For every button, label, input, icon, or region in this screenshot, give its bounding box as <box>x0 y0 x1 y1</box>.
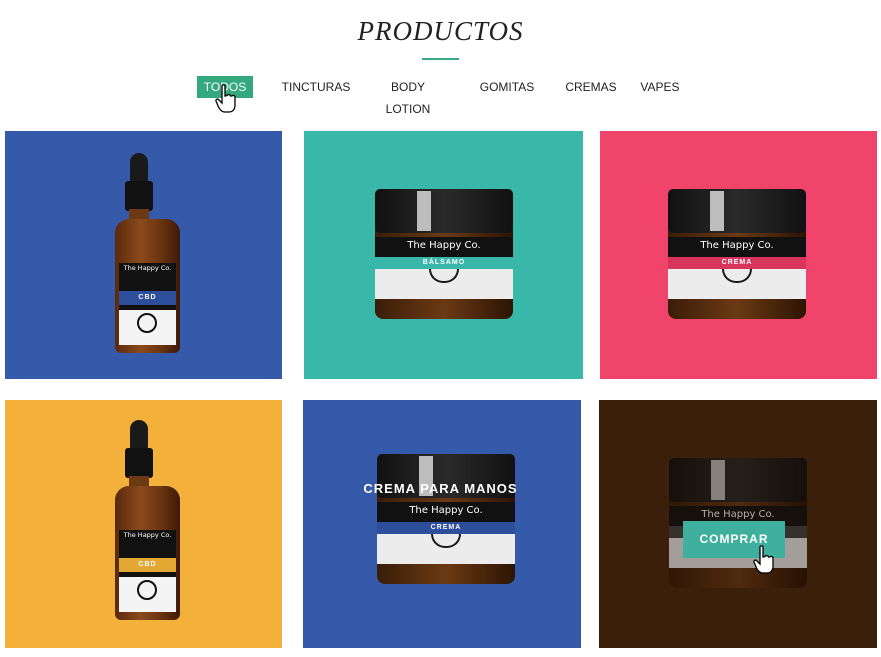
product-image-jar: The Happy Co. CREMA <box>377 454 515 584</box>
product-card[interactable]: The Happy Co. BÁLSAMO <box>304 131 583 379</box>
product-image-jar: The Happy Co. BÁLSAMO <box>375 189 513 319</box>
filter-body-lotion[interactable]: BODY LOTION <box>368 76 448 116</box>
product-brand: The Happy Co. <box>123 264 172 272</box>
product-card[interactable]: The Happy Co. CBD <box>5 131 282 379</box>
product-card[interactable]: The Happy Co. CREMA <box>303 400 581 648</box>
hand-cursor-icon <box>215 84 236 113</box>
title-underline <box>422 58 459 60</box>
product-hover-title: CREMA PARA MANOS <box>363 481 518 496</box>
product-band-label: BÁLSAMO <box>422 259 466 266</box>
product-image-bottle: The Happy Co. CBD <box>115 153 180 353</box>
page-title: PRODUCTOS <box>357 16 524 46</box>
product-band-label: CBD <box>138 294 157 301</box>
filter-gomitas[interactable]: GOMITAS <box>477 76 537 98</box>
filter-vapes[interactable]: VAPES <box>638 76 682 98</box>
product-image-jar: The Happy Co. CREMA <box>668 189 806 319</box>
product-band-label: CBD <box>138 561 157 568</box>
product-band-label: CREMA <box>430 524 462 531</box>
product-band-label: CREMA <box>721 259 753 266</box>
filter-cremas[interactable]: CREMAS <box>563 76 619 98</box>
product-brand: The Happy Co. <box>700 240 774 251</box>
product-card[interactable]: The Happy Co. CBD <box>5 400 282 648</box>
product-brand: The Happy Co. <box>409 505 483 516</box>
filter-tincturas[interactable]: TINCTURAS <box>281 76 351 98</box>
product-brand: The Happy Co. <box>407 240 481 251</box>
product-card[interactable]: The Happy Co. CREMA <box>600 131 877 379</box>
product-brand: The Happy Co. <box>123 531 172 539</box>
hand-cursor-icon <box>753 545 774 574</box>
product-image-bottle: The Happy Co. CBD <box>115 420 180 620</box>
